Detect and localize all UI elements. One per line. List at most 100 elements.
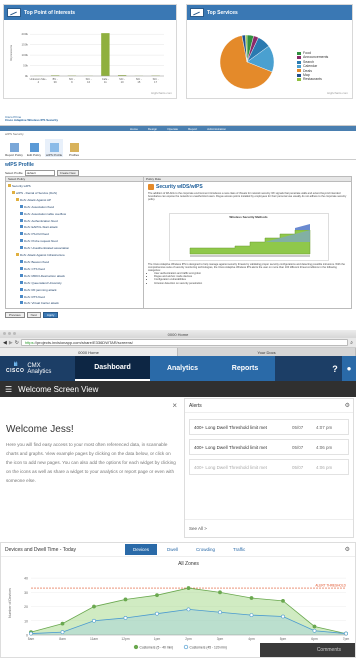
previous-button[interactable]: Previous	[5, 312, 25, 318]
tree-item[interactable]: DoS: Unauthenticated association	[8, 245, 141, 252]
x-tick-label: SIC -16	[86, 77, 92, 84]
nav-report[interactable]: Report	[188, 127, 197, 131]
tree-item[interactable]: DoS: RF jamming attack	[8, 287, 141, 294]
cmx-navbar: ılıılı CISCO CMX Analytics Dashboard Ana…	[0, 356, 356, 381]
y-tick-label: 150k	[21, 43, 28, 47]
alert-text: 400+ Long Dwell Threshold limit met	[194, 464, 267, 470]
nav-design[interactable]: Design	[148, 127, 157, 131]
search-icon[interactable]: ⌕	[350, 340, 353, 346]
profiles-button[interactable]: Profiles	[65, 139, 83, 157]
tree-item[interactable]: DoS: Probe request flood	[8, 238, 141, 245]
gear-icon[interactable]: ⚙	[345, 546, 350, 553]
data-point	[312, 628, 317, 633]
wips-window: Cisco Prime Cisco Adaptive Wireless IPS …	[0, 113, 356, 325]
tree-item[interactable]: DoS: RTS flood	[8, 294, 141, 301]
highcharts-credit: Highcharts.com	[151, 91, 172, 95]
legend-item: Restaurants	[297, 77, 328, 81]
forward-icon[interactable]: ▶	[9, 340, 13, 346]
data-point	[123, 597, 128, 602]
tab-crowding[interactable]: Crowding	[188, 544, 223, 555]
page-header: ☰ Welcome Screen View	[0, 381, 356, 397]
apply-button[interactable]: Apply	[42, 312, 59, 318]
tree-item[interactable]: DoS: EAPOL-Start attack	[8, 224, 141, 231]
nav-reports[interactable]: Reports	[215, 356, 275, 381]
tree-item-label: DoS: RF jamming attack	[24, 287, 57, 292]
legend-swatch	[297, 73, 301, 77]
top-services-pie-chart	[219, 34, 275, 90]
zoom-dot[interactable]	[13, 332, 16, 335]
menu-icon[interactable]: ☰	[5, 385, 12, 394]
select-policy-header: Select Policy	[6, 177, 144, 181]
tree-item[interactable]: DoS: Authentication flood	[8, 218, 141, 225]
staircase-graphic	[189, 224, 310, 257]
chart-title: All Zones	[178, 561, 199, 567]
close-dot[interactable]	[3, 332, 6, 335]
user-icon[interactable]: ●	[342, 356, 356, 381]
tree-item[interactable]: DoS: Queensland University	[8, 280, 141, 287]
tree-item[interactable]: DoS: CTS flood	[8, 266, 141, 273]
help-button[interactable]: ?	[328, 356, 342, 381]
comments-bar[interactable]: Comments	[260, 643, 355, 657]
tab-home[interactable]: 0000 Home	[0, 348, 178, 356]
policy-icon	[20, 294, 23, 298]
tree-item[interactable]: DoS: Attack Against AP	[8, 197, 141, 204]
alert-row[interactable]: 400+ Long Dwell Threshold limit met 05/0…	[189, 459, 349, 475]
tab-dwell[interactable]: Dwell	[159, 544, 186, 555]
tab-your-docs[interactable]: Your Docs	[178, 348, 356, 356]
tree-item[interactable]: DoS: PS-Poll flood	[8, 231, 141, 238]
profile-label: Select Profile	[5, 171, 23, 175]
tab-devices[interactable]: Devices	[125, 544, 158, 555]
wips-profile-button[interactable]: wIPS Profile	[45, 139, 63, 157]
nav-operate[interactable]: Operate	[167, 127, 178, 131]
x-tick-label: Unknown Site -4	[30, 77, 48, 84]
next-button[interactable]: Next	[26, 312, 41, 318]
article-heading: Security wIDS/wIPS	[156, 184, 203, 190]
tree-item[interactable]: DoS: MDK3-Destruction attack	[8, 273, 141, 280]
y-tick-label: 200k	[21, 32, 28, 36]
devices-line-chart: All Zones403020100Number of DevicesALERT…	[8, 561, 349, 650]
profile-icon	[49, 143, 59, 152]
comments-label: Comments	[316, 647, 341, 653]
tree-item[interactable]: DoS: Beacon flood	[8, 259, 141, 266]
nav-dashboard[interactable]: Dashboard	[75, 356, 150, 381]
gear-icon[interactable]: ⚙	[345, 402, 350, 409]
x-tick-label: 5pm	[280, 637, 287, 641]
tree-item[interactable]: Security wIPS	[8, 183, 141, 190]
tree-item-label: DoS: Unauthenticated association	[24, 246, 70, 251]
browser-titlebar: 0000 Home	[0, 330, 356, 338]
nav-home[interactable]: Home	[130, 127, 138, 131]
tree-item[interactable]: DoS: Association flood	[8, 204, 141, 211]
address-bar[interactable]: https://projects.invisionapp.com/share/E…	[20, 339, 349, 346]
tree-item[interactable]: DoS: Virtual Carrier attack	[8, 300, 141, 307]
nav-analytics[interactable]: Analytics	[150, 356, 215, 381]
alert-row[interactable]: 400+ Long Dwell Threshold limit met 05/0…	[189, 419, 349, 435]
article-title: Security wIDS/wIPS	[148, 184, 349, 190]
tree-item[interactable]: wIPS - Denial of Service (DoS)	[8, 190, 141, 197]
minimize-dot[interactable]	[8, 332, 11, 335]
edit-policy-button[interactable]: Edit Policy	[25, 139, 43, 157]
app-name: CMX Analytics	[27, 362, 52, 375]
data-point	[29, 631, 33, 636]
threat-categories-list: User authentication and traffic encrypti…	[154, 272, 349, 285]
see-all-link[interactable]: See All >	[189, 526, 207, 531]
nav-administration[interactable]: Administration	[207, 127, 226, 131]
legend-swatch	[297, 60, 301, 64]
reload-icon[interactable]: ↻	[15, 340, 19, 346]
tab-traffic[interactable]: Traffic	[225, 544, 253, 555]
tree-item[interactable]: DoS: Attack Against Infrastructure	[8, 252, 141, 259]
y-axis-label: Number of Devices	[8, 588, 12, 618]
legend-marker	[183, 644, 189, 650]
alert-date: 05/07	[292, 424, 304, 430]
report-policy-button[interactable]: Report Policy	[5, 139, 23, 157]
back-icon[interactable]: ◀	[3, 340, 7, 346]
y-tick-label: 10	[24, 619, 28, 623]
data-point	[281, 614, 285, 619]
edit-icon	[29, 143, 39, 152]
x-tick-label: SIC -9	[69, 77, 75, 84]
alert-row[interactable]: 400+ Long Dwell Threshold limit met 05/0…	[189, 439, 349, 455]
url-text: projects.invisionapp.com/share/E336DWTAR…	[36, 340, 133, 345]
tree-item-label: DoS: Attack Against Infrastructure	[20, 253, 65, 258]
close-icon[interactable]: ×	[172, 401, 177, 410]
tree-item[interactable]: DoS: Association table overflow	[8, 211, 141, 218]
policy-icon	[20, 232, 23, 236]
